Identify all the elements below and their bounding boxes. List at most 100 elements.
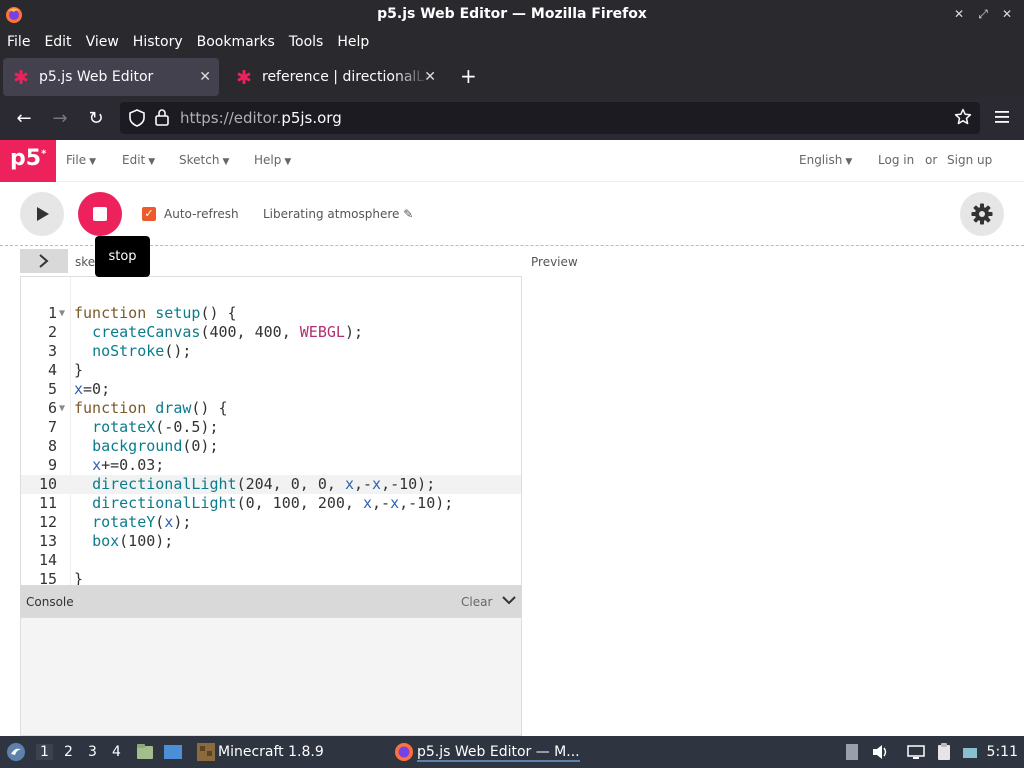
clipboard-icon[interactable] [934,742,954,762]
clock: 5:11 [986,744,1018,760]
minimize-icon[interactable]: ✕ [950,5,968,23]
window-titlebar: p5.js Web Editor — Mozilla Firefox ✕ ⤢ ✕ [0,0,1024,30]
or-text: or [925,153,938,167]
code-line[interactable]: 9 x+=0.03; [21,456,521,475]
system-tray-icon[interactable] [842,742,862,762]
back-icon[interactable]: ← [13,108,35,130]
p5-toolbar: ✓ Auto-refresh Liberating atmosphere ✎ [0,182,1024,246]
sketch-name[interactable]: Liberating atmosphere ✎ [263,207,413,221]
menubar: File Edit View History Bookmarks Tools H… [0,30,1024,54]
workspace-4[interactable]: 4 [112,744,121,760]
stop-icon [93,207,107,221]
tab-label: p5.js Web Editor [39,69,154,85]
menu-tools[interactable]: Tools [289,34,324,50]
caret-down-icon: ▼ [284,157,292,167]
workspace-3[interactable]: 3 [88,744,97,760]
updates-icon[interactable] [960,742,980,762]
code-line[interactable]: 15} [21,570,521,585]
start-menu-icon[interactable] [6,742,26,762]
p5-menu-help[interactable]: Help ▼ [254,153,291,167]
close-tab-icon[interactable]: ✕ [424,69,436,85]
window-title: p5.js Web Editor — Mozilla Firefox [377,6,647,22]
fold-arrow-icon[interactable]: ▼ [59,304,65,323]
tab-strip: p5.js Web Editor ✕ reference | direction… [0,54,1024,98]
play-button[interactable] [20,192,64,236]
code-line[interactable]: 2 createCanvas(400, 400, WEBGL); [21,323,521,342]
play-icon [37,207,49,221]
p5-menu-sketch[interactable]: Sketch ▼ [179,153,229,167]
p5-menu-file[interactable]: File ▼ [66,153,96,167]
gear-icon [971,203,993,225]
code-line[interactable]: 3 noStroke(); [21,342,521,361]
file-manager-icon[interactable] [135,742,155,762]
code-line[interactable]: 13 box(100); [21,532,521,551]
code-line[interactable]: 4} [21,361,521,380]
code-editor[interactable]: 1 ▼ function setup() { 2 createCanvas(400,… [20,276,522,585]
sketch-file-label: ske [75,255,96,269]
expand-sidebar-button[interactable] [20,249,68,273]
url-text: https://editor.p5js.org [180,109,342,127]
code-line[interactable]: 5 x=0; [21,380,521,399]
minecraft-icon [197,743,215,761]
chevron-down-icon[interactable] [501,593,517,607]
menu-help[interactable]: Help [337,34,369,50]
stop-button[interactable] [78,192,122,236]
settings-button[interactable] [960,192,1004,236]
code-line[interactable]: 6 ▼ function draw() { [21,399,521,418]
code-line-active[interactable]: 10 directionalLight(204, 0, 0, x,-x,-10)… [21,475,521,494]
console-header: Console Clear [20,585,522,617]
caret-down-icon: ▼ [148,157,156,167]
network-icon[interactable] [906,742,926,762]
auto-refresh-checkbox[interactable]: ✓ [142,207,156,221]
p5-header: p5* File ▼ Edit ▼ Sketch ▼ Help ▼ English ▼ L… [0,140,1024,182]
caret-down-icon: ▼ [89,157,97,167]
url-bar[interactable]: https://editor.p5js.org [120,102,980,134]
auto-refresh-label: Auto-refresh [164,207,239,221]
bookmark-star-icon[interactable] [954,108,972,126]
menu-file[interactable]: File [7,34,30,50]
code-line[interactable]: 12 rotateY(x); [21,513,521,532]
shield-icon[interactable] [128,109,146,127]
code-line[interactable]: 11 directionalLight(0, 100, 200, x,-x,-1… [21,494,521,513]
console-clear-button[interactable]: Clear [461,595,492,609]
workspace-1[interactable]: 1 [36,744,53,760]
close-tab-icon[interactable]: ✕ [199,69,211,85]
code-line[interactable]: 1 ▼ function setup() { [21,304,521,323]
code-line[interactable]: 8 background(0); [21,437,521,456]
pencil-icon[interactable]: ✎ [403,207,413,221]
new-tab-icon[interactable]: + [460,64,477,88]
menu-edit[interactable]: Edit [44,34,71,50]
menu-view[interactable]: View [86,34,119,50]
login-link[interactable]: Log in [878,153,914,167]
close-window-icon[interactable]: ✕ [998,5,1016,23]
task-minecraft[interactable]: Minecraft 1.8.9 [218,744,324,760]
console-label: Console [26,595,74,609]
forward-icon[interactable]: → [49,108,71,130]
firefox-icon [395,743,413,761]
hamburger-menu-icon[interactable] [994,110,1010,124]
stop-tooltip: stop [95,236,150,277]
fold-arrow-icon[interactable]: ▼ [59,399,65,418]
code-line[interactable]: 7 rotateX(-0.5); [21,418,521,437]
tab-label: reference | directionalLight [262,69,428,85]
console-output [20,617,522,736]
tab-p5-editor[interactable]: p5.js Web Editor ✕ [3,58,219,96]
lock-icon[interactable] [154,108,170,126]
p5-menu-edit[interactable]: Edit ▼ [122,153,155,167]
workspace-2[interactable]: 2 [64,744,73,760]
reload-icon[interactable]: ↻ [85,108,107,130]
desktop-icon[interactable] [163,742,183,762]
signup-link[interactable]: Sign up [947,153,992,167]
menu-bookmarks[interactable]: Bookmarks [197,34,275,50]
menu-history[interactable]: History [133,34,183,50]
navigation-bar: ← → ↻ https://editor.p5js.org [0,98,1024,140]
volume-icon[interactable] [870,742,890,762]
language-select[interactable]: English ▼ [799,153,852,167]
tab-reference[interactable]: reference | directionalLight ✕ [226,58,444,96]
code-line[interactable]: 14 [21,551,521,570]
task-firefox[interactable]: p5.js Web Editor — M... [417,744,580,762]
restore-icon[interactable]: ⤢ [974,5,992,23]
preview-label: Preview [531,255,578,269]
chevron-right-icon [39,254,49,268]
p5-logo[interactable]: p5* [0,140,56,182]
